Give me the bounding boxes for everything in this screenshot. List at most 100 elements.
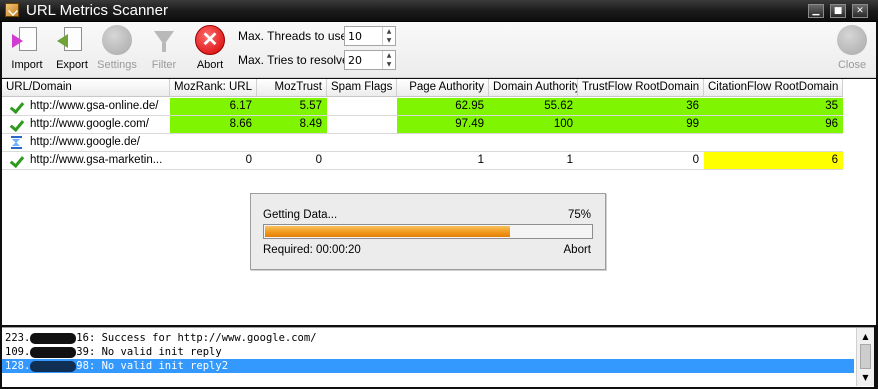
progress-label: Getting Data... bbox=[263, 209, 338, 221]
settings-label: Settings bbox=[97, 59, 137, 71]
spam-cell bbox=[327, 116, 397, 133]
col-header-url[interactable]: URL/Domain bbox=[2, 79, 170, 97]
spam-cell bbox=[327, 152, 397, 169]
log-ip-prefix: 223. bbox=[5, 332, 31, 344]
progress-bar-fill bbox=[265, 226, 510, 237]
tries-spin-arrows-icon[interactable]: ▲ ▼ bbox=[382, 51, 395, 69]
da-cell: 55.62 bbox=[489, 98, 578, 115]
redacted-ip-mark bbox=[30, 332, 77, 344]
abort-icon: ✕ bbox=[195, 25, 225, 55]
table-row[interactable]: http://www.google.de/ bbox=[2, 134, 876, 151]
log-line[interactable]: 109. 39: No valid init reply bbox=[2, 345, 854, 359]
table-row[interactable]: http://www.gsa-online.de/ 6.17 5.57 62.9… bbox=[2, 98, 876, 115]
export-button[interactable]: Export bbox=[50, 25, 94, 71]
mozrank-cell: 6.17 bbox=[170, 98, 257, 115]
url-cell: http://www.gsa-marketin... bbox=[30, 154, 163, 166]
filter-icon bbox=[149, 25, 179, 55]
progress-bar bbox=[263, 224, 593, 239]
close-label: Close bbox=[837, 59, 867, 71]
spam-cell bbox=[327, 98, 397, 115]
tries-value: 20 bbox=[348, 54, 362, 67]
threads-value: 10 bbox=[348, 30, 362, 43]
pa-cell: 97.49 bbox=[397, 116, 489, 133]
da-cell: 1 bbox=[566, 154, 573, 166]
redacted-ip-mark bbox=[30, 346, 77, 358]
check-icon bbox=[10, 154, 24, 167]
check-icon bbox=[10, 118, 24, 131]
scroll-down-icon[interactable]: ▼ bbox=[859, 371, 872, 384]
log-line[interactable]: 223. 16: Success for http://www.google.co… bbox=[2, 331, 854, 345]
toolbar: Import Export Settings Filter ✕ Abort Ma… bbox=[2, 22, 876, 78]
url-cell: http://www.google.de/ bbox=[30, 136, 140, 148]
cf-cell: 96 bbox=[704, 116, 843, 133]
log-message: 98: No valid init reply2 bbox=[76, 360, 229, 372]
app-window: URL Metrics Scanner ▁ ■ ✕ Import Export … bbox=[0, 0, 878, 389]
col-header-moztrust[interactable]: MozTrust bbox=[257, 79, 327, 97]
log-ip-prefix: 109. bbox=[5, 346, 31, 358]
export-label: Export bbox=[56, 59, 88, 71]
tries-label: Max. Tries to resolve bbox=[238, 53, 349, 67]
check-icon bbox=[10, 100, 24, 113]
progress-percent: 75% bbox=[567, 209, 591, 221]
mozrank-cell: 8.66 bbox=[170, 116, 257, 133]
col-header-mozrank[interactable]: MozRank: URL bbox=[170, 79, 257, 97]
close-window-icon[interactable]: ✕ bbox=[852, 4, 868, 18]
cf-cell: 35 bbox=[704, 98, 843, 115]
import-button[interactable]: Import bbox=[5, 25, 49, 71]
col-header-spam-flags[interactable]: Spam Flags bbox=[327, 79, 397, 97]
close-icon bbox=[837, 25, 867, 55]
scroll-thumb[interactable] bbox=[860, 344, 871, 369]
log-ip-prefix: 128. bbox=[5, 360, 31, 372]
tf-cell: 99 bbox=[578, 116, 704, 133]
table-row[interactable]: http://www.google.com/ 8.66 8.49 97.49 1… bbox=[2, 116, 876, 133]
tries-spinner[interactable]: 20 ▲ ▼ bbox=[344, 50, 396, 70]
col-header-domain-authority[interactable]: Domain Authority bbox=[489, 79, 578, 97]
window-title: URL Metrics Scanner bbox=[26, 2, 168, 19]
mozrank-cell: 0 bbox=[245, 154, 252, 166]
app-icon bbox=[5, 3, 19, 17]
log-scrollbar[interactable]: ▲ ▼ bbox=[856, 328, 874, 386]
cf-cell: 6 bbox=[704, 152, 843, 169]
close-button[interactable]: Close bbox=[830, 25, 874, 71]
da-cell: 100 bbox=[489, 116, 578, 133]
progress-dialog: Getting Data... 75% Required: 00:00:20 A… bbox=[250, 193, 606, 270]
hourglass-icon bbox=[11, 136, 22, 149]
filter-label: Filter bbox=[151, 59, 177, 71]
settings-button[interactable]: Settings bbox=[95, 25, 139, 71]
redacted-ip-mark bbox=[30, 360, 77, 372]
abort-label: Abort bbox=[196, 59, 224, 71]
moztrust-cell: 0 bbox=[315, 154, 322, 166]
tf-cell: 0 bbox=[692, 154, 699, 166]
pa-cell: 1 bbox=[477, 154, 484, 166]
import-label: Import bbox=[11, 59, 43, 71]
pa-cell: 62.95 bbox=[397, 98, 489, 115]
export-icon bbox=[57, 25, 87, 55]
progress-abort-link[interactable]: Abort bbox=[564, 244, 592, 256]
maximize-icon[interactable]: ■ bbox=[830, 4, 846, 18]
log-message: 39: No valid init reply bbox=[76, 346, 222, 358]
filter-button[interactable]: Filter bbox=[142, 25, 186, 71]
moztrust-cell: 8.49 bbox=[257, 116, 327, 133]
threads-spinner[interactable]: 10 ▲ ▼ bbox=[344, 26, 396, 46]
abort-button[interactable]: ✕ Abort bbox=[188, 25, 232, 71]
url-cell: http://www.google.com/ bbox=[30, 118, 149, 130]
col-header-page-authority[interactable]: Page Authority bbox=[397, 79, 489, 97]
minimize-icon[interactable]: ▁ bbox=[808, 4, 824, 18]
threads-label: Max. Threads to use bbox=[238, 29, 348, 43]
log-message: 16: Success for http://www.google.com/ bbox=[76, 332, 317, 344]
url-cell: http://www.gsa-online.de/ bbox=[30, 100, 159, 112]
progress-required-time: Required: 00:00:20 bbox=[263, 244, 361, 256]
import-icon bbox=[12, 25, 42, 55]
log-panel[interactable]: 223. 16: Success for http://www.google.co… bbox=[2, 327, 874, 387]
table-row[interactable]: http://www.gsa-marketin... 0 0 1 1 0 6 bbox=[2, 152, 876, 169]
row-divider bbox=[2, 169, 843, 170]
log-line-selected[interactable]: 128. 98: No valid init reply2 bbox=[2, 359, 854, 373]
col-header-citationflow[interactable]: CitationFlow RootDomain bbox=[704, 79, 843, 97]
tf-cell: 36 bbox=[578, 98, 704, 115]
threads-spin-arrows-icon[interactable]: ▲ ▼ bbox=[382, 27, 395, 45]
title-bar[interactable]: URL Metrics Scanner ▁ ■ ✕ bbox=[0, 0, 878, 22]
moztrust-cell: 5.57 bbox=[257, 98, 327, 115]
col-header-trustflow[interactable]: TrustFlow RootDomain bbox=[578, 79, 704, 97]
scroll-up-icon[interactable]: ▲ bbox=[859, 330, 872, 343]
settings-icon bbox=[102, 25, 132, 55]
